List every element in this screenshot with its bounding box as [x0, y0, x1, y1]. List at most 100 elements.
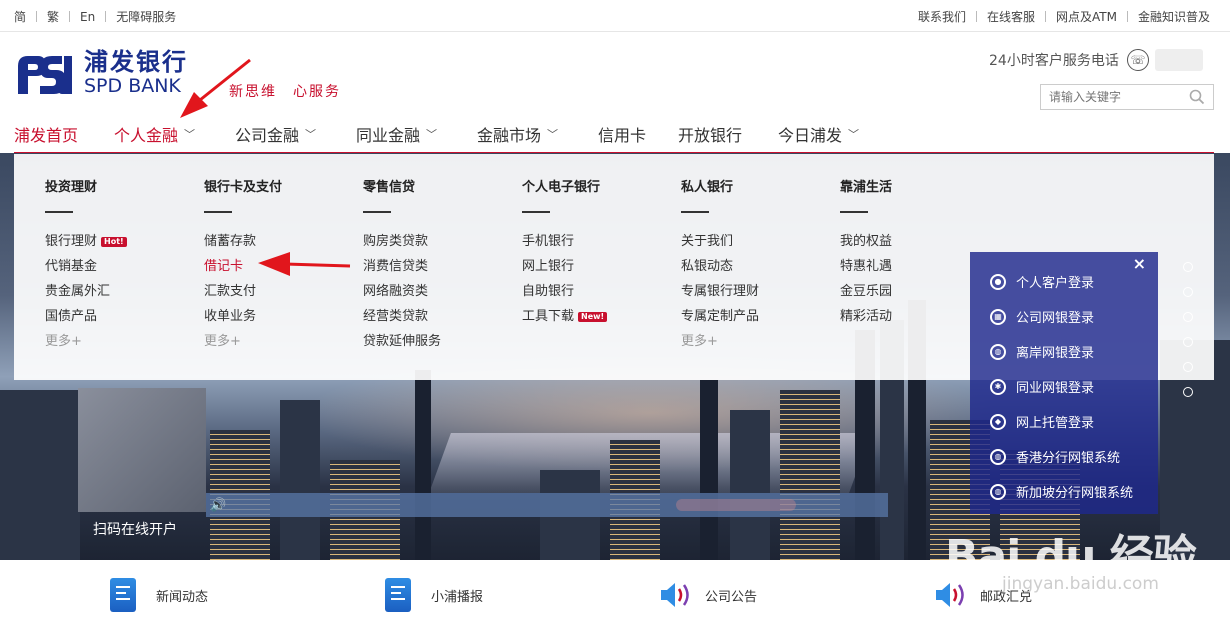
menu-link-bonds[interactable]: 国债产品 [45, 304, 127, 329]
menu-link-loan-services[interactable]: 贷款延伸服务 [363, 329, 441, 354]
carousel-dot[interactable] [1183, 337, 1193, 347]
menu-more-link[interactable]: 更多+ [204, 329, 282, 354]
lang-simplified-link[interactable]: 简 [14, 8, 26, 25]
nav-item-personal-finance[interactable]: 个人金融 ﹀ [114, 122, 235, 146]
menu-link-tool-download[interactable]: 工具下载 New! [522, 304, 608, 329]
menu-link-online-banking[interactable]: 网上银行 [522, 254, 607, 279]
carousel-dot[interactable] [1183, 262, 1193, 272]
nav-item-interbank-finance[interactable]: 同业金融 ﹀ [356, 122, 477, 146]
menu-col-private-banking: 私人银行 关于我们 私银动态 专属银行理财 专属定制产品 更多+ [681, 176, 759, 354]
document-icon [385, 578, 411, 612]
slogan-part-1: 新思维 [229, 84, 277, 100]
nav-item-corporate-finance[interactable]: 公司金融 ﹀ [235, 122, 356, 146]
custody-login-link[interactable]: ◆ 网上托管登录 [990, 412, 1094, 431]
interbank-login-link[interactable]: ✱ 同业网银登录 [990, 377, 1094, 396]
lang-traditional-link[interactable]: 繁 [47, 8, 59, 25]
nav-item-financial-markets[interactable]: 金融市场 ﹀ [477, 122, 598, 146]
menu-link-self-service[interactable]: 自助银行 [522, 279, 607, 304]
custody-icon: ◆ [990, 413, 1006, 430]
accessibility-link[interactable]: 无障碍服务 [116, 8, 176, 25]
building-icon: ▦ [990, 308, 1006, 325]
nav-item-credit-card[interactable]: 信用卡 [598, 122, 678, 146]
menu-col-lifestyle: 靠浦生活 我的权益 特惠礼遇 金豆乐园 精彩活动 [840, 176, 892, 329]
carousel-dot[interactable] [1183, 387, 1193, 397]
brand-name-cn: 浦发银行 [84, 48, 188, 76]
speaker-icon[interactable]: 🔊 [210, 498, 226, 513]
menu-col-title: 银行卡及支付 [204, 180, 283, 195]
financial-knowledge-link[interactable]: 金融知识普及 [1138, 8, 1210, 25]
speaker-icon [661, 583, 689, 607]
login-panel: × ● 个人客户登录 ▦ 公司网银登录 ◍ 离岸网银登录 ✱ 同业网银登录 ◆ 网上托管登… [970, 252, 1158, 514]
announcements-link[interactable]: 公司公告 [659, 578, 757, 612]
menu-link-debit-card[interactable]: 借记卡 [204, 254, 282, 279]
brand-name-en: SPD BANK [84, 75, 181, 97]
nav-item-home[interactable]: 浦发首页 [14, 122, 114, 146]
menu-link-precious-metals[interactable]: 贵金属外汇 [45, 279, 127, 304]
menu-link-private-news[interactable]: 私银动态 [681, 254, 759, 279]
personal-login-link[interactable]: ● 个人客户登录 [990, 272, 1094, 291]
menu-link-activities[interactable]: 精彩活动 [840, 304, 892, 329]
divider [1045, 11, 1047, 22]
hk-branch-login-link[interactable]: ◍ 香港分行网银系统 [990, 447, 1120, 466]
sg-branch-login-link[interactable]: ◍ 新加坡分行网银系统 [990, 482, 1133, 501]
menu-link-mobile-banking[interactable]: 手机银行 [522, 229, 607, 254]
briefing-link[interactable]: 小浦播报 [385, 578, 483, 612]
menu-link-business-loans[interactable]: 经营类贷款 [363, 304, 441, 329]
carousel-dot[interactable] [1183, 287, 1193, 297]
corporate-login-link[interactable]: ▦ 公司网银登录 [990, 307, 1094, 326]
menu-more-link[interactable]: 更多+ [681, 329, 759, 354]
menu-link-my-benefits[interactable]: 我的权益 [840, 229, 892, 254]
divider [976, 11, 977, 22]
carousel-dot[interactable] [1183, 312, 1193, 322]
nav-item-open-banking[interactable]: 开放银行 [678, 122, 778, 146]
online-service-link[interactable]: 在线客服 [987, 8, 1035, 25]
menu-link-wealth-management[interactable]: 银行理财 Hot! [45, 229, 127, 254]
entry-label: 香港分行网银系统 [1016, 451, 1121, 466]
watermark-url: jingyan.baidu.com [1002, 574, 1159, 594]
title-underline [522, 211, 550, 213]
menu-col-investment: 投资理财 银行理财 Hot! 代销基金 贵金属外汇 国债产品 更多+ [45, 176, 127, 354]
news-link[interactable]: 新闻动态 [110, 578, 208, 612]
atom-icon: ✱ [990, 378, 1006, 395]
title-underline [840, 211, 868, 213]
chevron-down-icon: ﹀ [426, 128, 438, 141]
menu-link-mortgage[interactable]: 购房类贷款 [363, 229, 441, 254]
menu-link-about-us[interactable]: 关于我们 [681, 229, 759, 254]
contact-us-link[interactable]: 联系我们 [918, 8, 966, 25]
close-icon[interactable]: × [1133, 254, 1146, 273]
search-input[interactable] [1041, 85, 1181, 109]
globe-icon: ◍ [990, 483, 1006, 500]
lang-english-link[interactable]: En [80, 10, 95, 24]
title-underline [45, 211, 73, 213]
nav-label: 今日浦发 [778, 126, 843, 145]
spd-logo[interactable]: 浦发银行 SPD BANK [14, 48, 188, 98]
offshore-login-link[interactable]: ◍ 离岸网银登录 [990, 342, 1094, 361]
nav-label: 金融市场 [477, 126, 542, 145]
carousel-dot[interactable] [1183, 362, 1193, 372]
entry-label: 网上托管登录 [1016, 416, 1095, 431]
menu-link-acquiring[interactable]: 收单业务 [204, 304, 282, 329]
link-label: 工具下载 [522, 308, 575, 324]
chevron-down-icon: ﹀ [305, 128, 317, 141]
hotline-label: 24小时客户服务电话 [989, 53, 1119, 69]
menu-link-savings[interactable]: 储蓄存款 [204, 229, 282, 254]
menu-more-link[interactable]: 更多+ [45, 329, 127, 354]
search-icon[interactable] [1189, 89, 1205, 105]
spd-logo-icon [18, 56, 72, 94]
strip-label: 新闻动态 [156, 589, 209, 605]
menu-link-consumer-credit[interactable]: 消费信贷类 [363, 254, 441, 279]
menu-link-special-offers[interactable]: 特惠礼遇 [840, 254, 892, 279]
menu-link-golden-bean[interactable]: 金豆乐园 [840, 279, 892, 304]
menu-link-funds[interactable]: 代销基金 [45, 254, 127, 279]
branches-atm-link[interactable]: 网点及ATM [1056, 8, 1117, 25]
nav-label: 个人金融 [114, 126, 179, 145]
menu-link-exclusive-wealth[interactable]: 专属银行理财 [681, 279, 759, 304]
menu-link-custom-products[interactable]: 专属定制产品 [681, 304, 759, 329]
menu-link-online-financing[interactable]: 网络融资类 [363, 279, 441, 304]
menu-link-remittance[interactable]: 汇款支付 [204, 279, 282, 304]
nav-item-spd-today[interactable]: 今日浦发 ﹀ [778, 122, 888, 146]
service-hotline: 24小时客户服务电话 ☏ [989, 49, 1203, 71]
menu-col-cards-payment: 银行卡及支付 储蓄存款 借记卡 汇款支付 收单业务 更多+ [204, 176, 282, 354]
entry-label: 个人客户登录 [1016, 276, 1095, 291]
divider [36, 11, 38, 22]
